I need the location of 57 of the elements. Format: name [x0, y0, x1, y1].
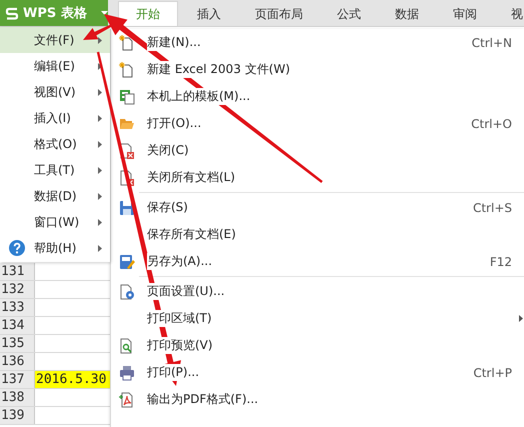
pdf-icon [119, 392, 135, 408]
menu-item[interactable]: 打印(P)... Ctrl+P [111, 359, 524, 386]
row-header: 134 [0, 317, 35, 334]
submenu-arrow-icon [98, 88, 102, 96]
row-header: 136 [0, 353, 35, 370]
ribbon-tab[interactable]: 审阅 [438, 2, 492, 26]
table-cell: 2016.5.30 [35, 371, 110, 388]
submenu-arrow-icon [98, 140, 102, 148]
submenu-arrow-icon [98, 218, 102, 226]
menu-item[interactable]: 输出为PDF格式(F)... [111, 386, 524, 413]
row-header: 131 [0, 263, 35, 280]
menu-item[interactable]: 打开(O)... Ctrl+O [111, 110, 524, 137]
menu-item[interactable]: 新建 Excel 2003 文件(W) [111, 56, 524, 83]
ribbon-tab[interactable]: 数据 [380, 2, 434, 26]
submenu-arrow-icon [98, 244, 102, 252]
ribbon-tab[interactable]: 公式 [322, 2, 376, 26]
menu-item[interactable]: 工具(T) [0, 157, 110, 183]
menu-item[interactable]: 页面设置(U)... [111, 278, 524, 305]
menu-item[interactable]: 文件(F) [0, 27, 110, 53]
new-file-icon [119, 34, 135, 50]
menu-item[interactable]: 编辑(E) [0, 53, 110, 79]
help-icon [9, 240, 25, 256]
ribbon-tab[interactable]: 视 [496, 2, 524, 26]
ribbon-tab[interactable]: 开始 [118, 1, 178, 26]
row-header: 135 [0, 335, 35, 352]
row-header: 133 [0, 299, 35, 316]
template-icon [119, 88, 135, 104]
menu-item[interactable]: 窗口(W) [0, 209, 110, 235]
caret-icon [100, 11, 108, 15]
menu-item[interactable]: 本机上的模板(M)... [111, 83, 524, 110]
submenu-arrow-icon [98, 166, 102, 174]
menu-item[interactable]: 另存为(A)... F12 [111, 248, 524, 275]
new-file-icon [119, 62, 135, 78]
menu-item[interactable]: 数据(D) [0, 183, 110, 209]
menu-item[interactable]: 保存所有文档(E) [111, 221, 524, 248]
row-header: 132 [0, 281, 35, 298]
menu-item[interactable]: 保存(S) Ctrl+S [111, 194, 524, 221]
page-gear-icon [119, 284, 135, 300]
ribbon-tab[interactable]: 页面布局 [240, 2, 318, 26]
menu-item[interactable]: 打印预览(V) [111, 332, 524, 359]
submenu-arrow-icon [98, 36, 102, 44]
menu-item[interactable]: 关闭所有文档(L) [111, 164, 524, 191]
submenu-arrow-icon [98, 192, 102, 200]
submenu-arrow-icon [98, 114, 102, 122]
menu-item[interactable]: 视图(V) [0, 79, 110, 105]
menu-item[interactable]: 帮助(H) [0, 235, 110, 261]
s-logo-icon [5, 6, 19, 20]
printer-icon [119, 364, 135, 380]
save-as-icon [119, 254, 135, 270]
row-header: 139 [0, 407, 35, 424]
menu-item[interactable]: 打印区域(T) [111, 305, 524, 332]
ribbon-tab[interactable]: 插入 [182, 2, 236, 26]
row-header: 138 [0, 389, 35, 406]
row-header: 137 [0, 371, 35, 388]
menu-item[interactable]: 格式(O) [0, 131, 110, 157]
menu-item[interactable]: 插入(I) [0, 105, 110, 131]
menu-item[interactable]: 关闭(C) [111, 137, 524, 164]
